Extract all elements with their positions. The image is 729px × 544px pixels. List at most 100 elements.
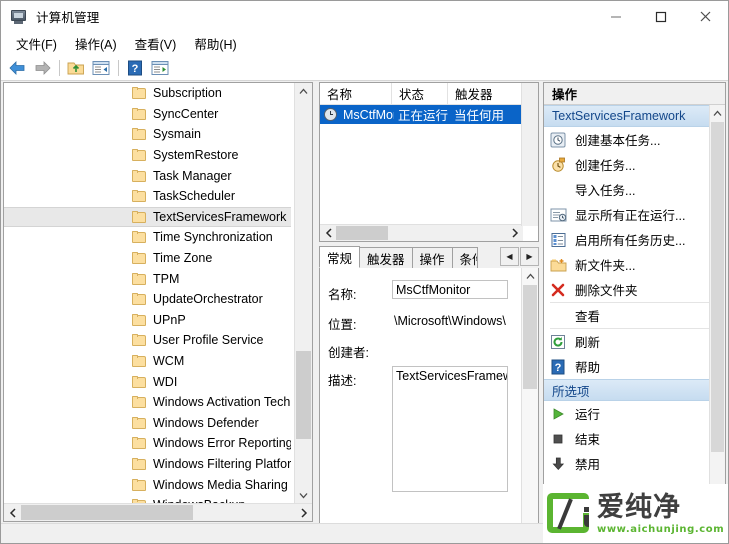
action-label: 禁用: [575, 458, 601, 472]
tree-item[interactable]: Windows Filtering Platforr: [4, 454, 291, 475]
action-run[interactable]: 运行: [544, 401, 725, 426]
tab-triggers[interactable]: 触发器: [359, 247, 413, 268]
action-end[interactable]: 结束: [544, 426, 725, 451]
tree-item[interactable]: Subscription: [4, 83, 291, 104]
forward-button[interactable]: [31, 57, 53, 78]
actions-scroll-up-button[interactable]: [710, 105, 725, 122]
action-import-task[interactable]: 导入任务...: [544, 177, 725, 202]
action-label: 创建任务...: [575, 159, 636, 173]
actions-group-header-selected-item[interactable]: 所选项: [544, 379, 725, 401]
help-button[interactable]: ?: [124, 57, 146, 78]
action-disable[interactable]: 禁用: [544, 451, 725, 476]
tree-scroll-thumb[interactable]: [296, 351, 311, 439]
tree-item[interactable]: TextServicesFramework: [4, 206, 291, 228]
action-new-folder[interactable]: 新文件夹...: [544, 252, 725, 277]
action-view[interactable]: 查看: [544, 303, 725, 328]
details-scroll-up-button[interactable]: [522, 268, 538, 285]
tab-page-general: 名称: MsCtfMonitor 位置: \Microsoft\Windows\…: [319, 268, 539, 542]
tree-hscroll-thumb[interactable]: [21, 505, 193, 520]
minimize-button[interactable]: [593, 1, 638, 32]
tree-item[interactable]: TaskScheduler: [4, 186, 291, 207]
task-list[interactable]: 名称 状态 触发器 MsCtfMoni... 正在运行 当任何用: [319, 82, 539, 242]
tree-item[interactable]: Windows Activation Techn: [4, 392, 291, 413]
menu-help[interactable]: 帮助(H): [185, 32, 245, 55]
tab-actions[interactable]: 操作: [411, 247, 453, 268]
tree-hscroll-left-button[interactable]: [4, 504, 21, 521]
tree-item-label: WCM: [153, 354, 185, 369]
action-enable-all-tasks-history[interactable]: 启用所有任务历史...: [544, 227, 725, 252]
tree-item[interactable]: Windows Defender: [4, 413, 291, 434]
tree-item[interactable]: WDI: [4, 371, 291, 392]
tree-item[interactable]: Windows Media Sharing: [4, 474, 291, 495]
tab-conditions[interactable]: 条件: [451, 247, 478, 268]
tree-item[interactable]: UPnP: [4, 310, 291, 331]
folder-icon: [132, 149, 147, 162]
task-list-hscroll-thumb[interactable]: [336, 226, 388, 240]
task-list-hscrollbar[interactable]: [320, 224, 523, 241]
tree-item[interactable]: Time Synchronization: [4, 227, 291, 248]
field-textarea-description[interactable]: TextServicesFramewo: [392, 366, 508, 492]
task-list-vscrollbar[interactable]: [521, 83, 538, 226]
column-header-status[interactable]: 状态: [392, 83, 448, 104]
tree-scroll-down-button[interactable]: [295, 487, 312, 504]
console-tree[interactable]: Subscription SyncCenter Sysmain SystemResto…: [4, 83, 291, 504]
main-content: Subscription SyncCenter Sysmain SystemResto…: [1, 81, 728, 543]
watermark-url: www.aichunjing.com: [597, 523, 725, 535]
action-create-basic-task[interactable]: 创建基本任务...: [544, 127, 725, 152]
menu-file[interactable]: 文件(F): [7, 32, 66, 55]
stop-icon: [550, 431, 567, 447]
show-hide-action-pane-button[interactable]: [149, 57, 171, 78]
tab-general[interactable]: 常规: [319, 246, 361, 268]
action-refresh[interactable]: 刷新: [544, 329, 725, 354]
task-list-hscroll-right-button[interactable]: [506, 225, 523, 241]
details-vertical-scrollbar[interactable]: [521, 268, 538, 540]
maximize-button[interactable]: [638, 1, 683, 32]
tab-scroll-next-button[interactable]: ▶: [520, 247, 539, 266]
actions-vertical-scrollbar[interactable]: [709, 105, 725, 500]
action-delete-folder[interactable]: 删除文件夹: [544, 277, 725, 302]
column-header-name[interactable]: 名称: [320, 83, 392, 104]
folder-icon: [132, 416, 147, 429]
window-title: 计算机管理: [36, 11, 100, 25]
create-basic-task-icon: [550, 132, 567, 148]
tree-item[interactable]: Sysmain: [4, 124, 291, 145]
tree-item[interactable]: Windows Error Reporting: [4, 433, 291, 454]
menu-action[interactable]: 操作(A): [66, 32, 126, 55]
details-scroll-thumb[interactable]: [523, 285, 537, 389]
tree-horizontal-scrollbar[interactable]: [4, 503, 312, 521]
tree-item-label: Windows Media Sharing: [153, 477, 288, 492]
tree-item-label: Windows Filtering Platforr: [153, 456, 291, 471]
task-list-row[interactable]: MsCtfMoni... 正在运行 当任何用: [320, 105, 538, 124]
actions-scroll-thumb[interactable]: [711, 122, 724, 452]
back-button[interactable]: [6, 57, 28, 78]
close-button[interactable]: [683, 1, 728, 32]
action-help[interactable]: ? 帮助: [544, 354, 725, 379]
tree-item[interactable]: UpdateOrchestrator: [4, 289, 291, 310]
tree-item[interactable]: Task Manager: [4, 165, 291, 186]
action-label: 查看: [575, 310, 601, 324]
tab-scroll-prev-button[interactable]: ◀: [500, 247, 519, 266]
folder-icon: [132, 375, 147, 388]
field-input-name[interactable]: MsCtfMonitor: [392, 280, 508, 299]
tree-item[interactable]: WCM: [4, 351, 291, 372]
tree-item[interactable]: SyncCenter: [4, 104, 291, 125]
show-hide-console-tree-button[interactable]: [90, 57, 112, 78]
tree-hscroll-right-button[interactable]: [295, 504, 312, 521]
tree-item[interactable]: Time Zone: [4, 248, 291, 269]
tree-item[interactable]: User Profile Service: [4, 330, 291, 351]
tree-item[interactable]: TPM: [4, 268, 291, 289]
action-show-all-running-tasks[interactable]: 显示所有正在运行...: [544, 202, 725, 227]
tree-item-label: Windows Defender: [153, 415, 259, 430]
action-label: 创建基本任务...: [575, 134, 661, 148]
actions-group-header-textservicesframework[interactable]: TextServicesFramework: [544, 105, 725, 127]
tree-item-label: TaskScheduler: [153, 189, 235, 204]
tree-vertical-scrollbar[interactable]: [294, 83, 312, 504]
task-list-hscroll-left-button[interactable]: [320, 225, 337, 241]
action-create-task[interactable]: 创建任务...: [544, 152, 725, 177]
tree-scroll-up-button[interactable]: [295, 83, 312, 100]
field-label-location: 位置:: [328, 318, 357, 332]
field-row-description: 描述:: [328, 370, 390, 389]
up-folder-button[interactable]: [65, 57, 87, 78]
tree-item[interactable]: SystemRestore: [4, 145, 291, 166]
menu-view[interactable]: 查看(V): [126, 32, 186, 55]
